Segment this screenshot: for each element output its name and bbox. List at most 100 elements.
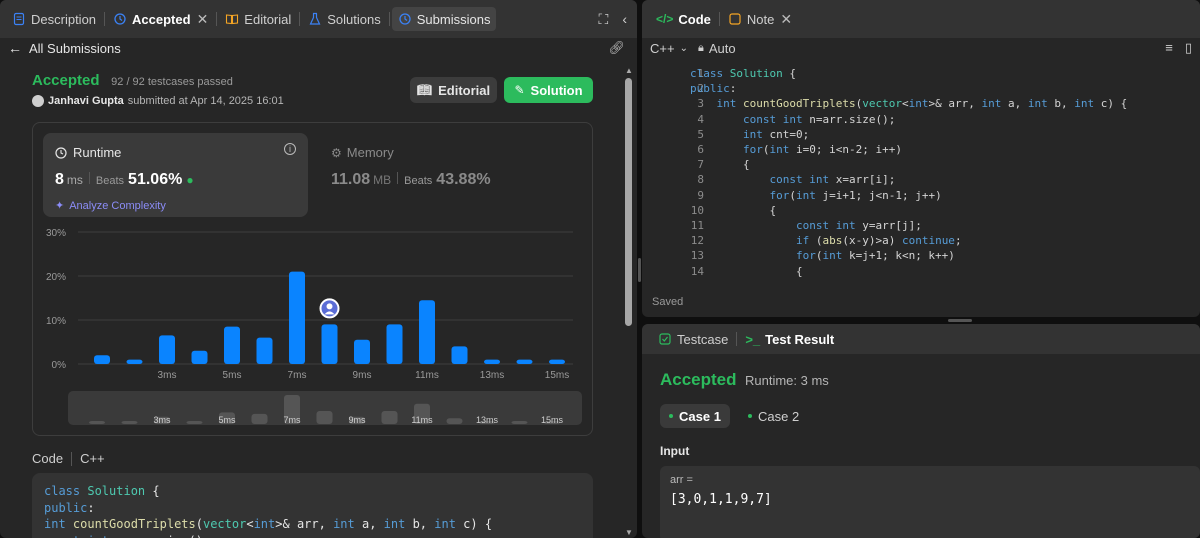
- overview-bar: [251, 413, 268, 424]
- avatar-head: [326, 303, 333, 310]
- input-label: Input: [660, 444, 690, 458]
- submitted-code[interactable]: class Solution { public: int countGoodTr…: [32, 473, 593, 538]
- scrollbar-thumb[interactable]: [625, 78, 632, 326]
- scroll-down-icon[interactable]: ▼: [625, 528, 633, 537]
- case-1-label: Case 1: [679, 408, 721, 424]
- scroll-up-icon[interactable]: ▲: [625, 66, 633, 75]
- code-line: public:: [690, 82, 737, 96]
- chart-bar[interactable]: [159, 335, 175, 364]
- x-tick-label: 3ms: [158, 370, 177, 381]
- format-icon[interactable]: ≡: [1165, 40, 1173, 56]
- code-line: int countGoodTriplets(vector<int>& arr, …: [716, 97, 1128, 111]
- note-icon: [729, 13, 741, 25]
- language-select[interactable]: C++: [650, 41, 675, 56]
- code-line: for(int j=i+1; j<n-1; j++): [769, 188, 942, 202]
- overview-bar: [316, 410, 333, 424]
- code-line: {: [690, 203, 777, 217]
- overview-tick-label: 11ms: [411, 415, 433, 425]
- result-runtime: Runtime: 3 ms: [745, 373, 829, 388]
- arr-value: [3,0,1,1,9,7]: [670, 492, 772, 507]
- x-tick-label: 11ms: [415, 370, 439, 381]
- chevron-down-icon[interactable]: ⌄: [680, 43, 688, 54]
- code-line: {: [690, 264, 803, 278]
- chart-bar[interactable]: [321, 324, 338, 364]
- chart-bar[interactable]: [484, 359, 500, 364]
- code-icon: </>: [656, 12, 674, 26]
- code-tab-bar: </> Code Note ✕: [642, 0, 1200, 38]
- chart-bar[interactable]: [224, 326, 240, 364]
- code-section-label: Code: [32, 451, 64, 466]
- overview-tick-label: 13ms: [476, 415, 499, 425]
- chart-bar[interactable]: [126, 359, 143, 364]
- chart-bar[interactable]: [549, 359, 565, 364]
- editor-controls: ≡ ▯: [1165, 40, 1192, 56]
- tab-code[interactable]: </> Code: [650, 7, 717, 31]
- code-line: for(int k=j+1; k<n; k++): [795, 249, 955, 263]
- x-tick-label: 9ms: [353, 370, 372, 381]
- terminal-icon: >_: [745, 331, 761, 347]
- chart-bar[interactable]: [256, 337, 273, 364]
- checkbox-icon: [659, 333, 671, 345]
- overview-tick-label: 3ms: [153, 415, 171, 425]
- overview-tick-label: 5ms: [218, 415, 236, 425]
- lock-icon: 🔒︎: [697, 41, 704, 54]
- chart-bar[interactable]: [289, 271, 305, 364]
- code-line: if (abs(x-y)>a) continue;: [795, 234, 962, 248]
- code-section-lang: C++: [80, 451, 105, 466]
- overview-bar: [89, 421, 105, 424]
- language-bar: C++ ⌄ 🔒︎ Auto: [650, 40, 736, 56]
- divider: [71, 451, 73, 466]
- case-1-button[interactable]: Case 1: [660, 404, 730, 428]
- tab-testcase[interactable]: Testcase: [652, 327, 734, 351]
- overview-bar: [446, 418, 463, 424]
- chart-bar[interactable]: [191, 350, 208, 364]
- chart-bar[interactable]: [386, 324, 403, 364]
- chart-bar[interactable]: [419, 300, 435, 364]
- code-section-header: Code C++: [32, 451, 105, 466]
- chart-bar[interactable]: [94, 355, 110, 364]
- code-line: class Solution {: [44, 484, 160, 498]
- x-tick-label: 15ms: [545, 370, 569, 381]
- x-tick-label: 13ms: [480, 370, 504, 381]
- code-line: int countGoodTriplets(vector<int>& arr, …: [44, 517, 493, 531]
- chart-bar[interactable]: [354, 339, 370, 364]
- tab-testcase-label: Testcase: [677, 331, 729, 347]
- horizontal-splitter[interactable]: [948, 319, 972, 322]
- arr-label: arr =: [670, 474, 693, 486]
- tab-note[interactable]: Note ✕: [722, 7, 798, 31]
- vertical-splitter[interactable]: [638, 258, 641, 282]
- y-tick-label: 20%: [46, 272, 66, 283]
- y-tick-label: 10%: [46, 316, 66, 327]
- tab-note-label: Note: [746, 11, 775, 27]
- overview-tick-label: 7ms: [283, 415, 301, 425]
- code-line: for(int i=0; i<n-2; i++): [742, 143, 902, 156]
- overview-tick-label: 9ms: [348, 415, 366, 425]
- chart-bar[interactable]: [451, 346, 468, 364]
- tab-test-result[interactable]: >_ Test Result: [739, 327, 840, 351]
- tab-code-label: Code: [678, 11, 711, 27]
- code-line: const int y=arr[j];: [795, 219, 922, 232]
- code-line: const int n=arr.size();: [742, 112, 896, 126]
- code-line: int cnt=0;: [742, 127, 810, 141]
- y-tick-label: 30%: [46, 228, 66, 239]
- case-2-button[interactable]: Case 2: [748, 404, 808, 428]
- x-tick-label: 7ms: [288, 370, 307, 381]
- overview-bar: [381, 410, 398, 424]
- overview-bar: [121, 421, 138, 424]
- runtime-distribution-chart: 0% 10% 20% 30% 3ms 5ms 7ms 9ms 11ms 13ms 15ms 3ms 5m…: [46, 228, 582, 425]
- result-tab-bar: Testcase >_ Test Result: [642, 324, 1200, 354]
- result-status: Accepted: [660, 370, 737, 389]
- code-line: const int x=arr[i];: [769, 173, 896, 187]
- test-result-panel: Testcase >_ Test Result Accepted Runtime…: [642, 324, 1200, 538]
- close-icon[interactable]: ✕: [780, 11, 792, 28]
- case-2-label: Case 2: [758, 408, 800, 424]
- pass-dot-icon: [748, 414, 752, 418]
- input-box: arr = [3,0,1,1,9,7]: [660, 466, 1200, 538]
- tab-separator: [718, 12, 720, 26]
- overview-bar: [511, 421, 528, 424]
- tab-separator: [736, 332, 738, 346]
- submission-panel: Description Accepted ✕ Editorial Solutio…: [0, 0, 637, 538]
- chart-bar[interactable]: [516, 359, 533, 364]
- bookmark-icon[interactable]: ▯: [1185, 40, 1192, 56]
- mode-label[interactable]: Auto: [709, 41, 736, 56]
